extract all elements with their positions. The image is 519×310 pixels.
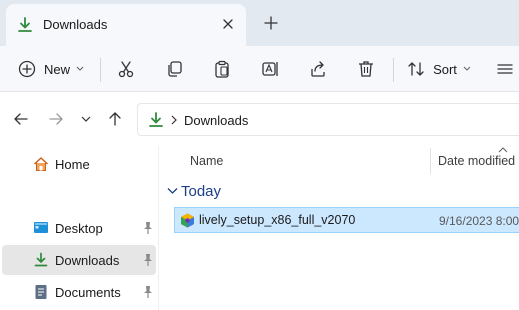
copy-icon [168, 61, 182, 77]
column-header-name[interactable]: Name [190, 154, 223, 168]
download-arrow-icon [149, 112, 163, 127]
sort-label: Sort [433, 61, 457, 77]
documents-icon [35, 285, 47, 299]
cut-icon [118, 61, 134, 78]
delete-button[interactable] [352, 52, 380, 86]
sidebar-item-home[interactable]: Home [2, 149, 156, 179]
new-button[interactable]: New [14, 52, 88, 86]
navigation-pane: Home Desktop Downloads Documents [0, 146, 158, 310]
rename-button[interactable] [256, 52, 284, 86]
sidebar-item-label: Downloads [55, 253, 120, 268]
pin-icon [144, 222, 152, 234]
arrow-right-icon [49, 113, 63, 125]
back-button[interactable] [11, 109, 31, 129]
sidebar-item-downloads[interactable]: Downloads [2, 245, 156, 275]
tab-title: Downloads [43, 17, 108, 32]
home-icon [33, 157, 49, 171]
share-button[interactable] [304, 52, 332, 86]
sort-button[interactable]: Sort [404, 52, 474, 86]
view-button[interactable] [494, 52, 516, 86]
share-icon [311, 61, 325, 77]
rename-icon [262, 62, 278, 76]
paste-button[interactable] [208, 52, 236, 86]
arrow-up-icon [109, 112, 121, 126]
desktop-icon [34, 222, 48, 233]
plus-icon [264, 16, 278, 30]
sort-icon [408, 62, 424, 76]
chevron-right-icon[interactable] [169, 113, 179, 127]
pin-icon [144, 286, 152, 298]
new-label: New [43, 61, 70, 77]
up-button[interactable] [105, 109, 125, 129]
view-icon [497, 64, 513, 74]
pin-icon [144, 254, 152, 266]
separator [393, 58, 394, 82]
column-header-date-modified[interactable]: Date modified [438, 154, 515, 168]
separator [100, 58, 101, 82]
arrow-left-icon [14, 113, 28, 125]
chevron-down-icon [463, 66, 471, 71]
close-icon [223, 19, 233, 29]
sidebar-item-label: Documents [55, 285, 121, 300]
close-tab-button[interactable] [218, 14, 238, 34]
chevron-down-icon [76, 66, 84, 71]
chevron-down-icon [167, 188, 178, 194]
sidebar-item-label: Desktop [55, 221, 103, 236]
download-arrow-icon [18, 17, 32, 32]
sidebar-item-documents[interactable]: Documents [2, 277, 156, 307]
sort-indicator-icon [498, 147, 508, 153]
title-bar: Downloads [0, 0, 519, 46]
command-bar: New Sort [0, 46, 519, 92]
delete-icon [359, 61, 373, 77]
copy-button[interactable] [160, 52, 188, 86]
forward-button[interactable] [46, 109, 66, 129]
new-tab-button[interactable] [260, 12, 282, 34]
address-bar[interactable]: Downloads [137, 103, 519, 136]
file-row[interactable]: lively_setup_x86_full_v2070 9/16/2023 8:… [174, 207, 519, 233]
sidebar-item-label: Home [55, 157, 90, 172]
column-divider[interactable] [430, 148, 431, 174]
chevron-down-icon [81, 116, 91, 122]
plus-circle-icon [18, 60, 36, 78]
cut-button[interactable] [112, 52, 140, 86]
breadcrumb-downloads[interactable]: Downloads [184, 113, 248, 128]
file-name: lively_setup_x86_full_v2070 [199, 213, 356, 227]
tab-downloads[interactable]: Downloads [6, 4, 246, 46]
download-arrow-icon [34, 252, 48, 267]
file-date-modified: 9/16/2023 8:00 A [439, 214, 519, 228]
installer-icon [181, 213, 194, 228]
recent-locations-button[interactable] [76, 109, 96, 129]
paste-icon [215, 60, 229, 78]
group-label: Today [181, 183, 222, 200]
column-header-row: Name Date modified [159, 146, 519, 176]
sidebar-item-desktop[interactable]: Desktop [2, 213, 156, 243]
